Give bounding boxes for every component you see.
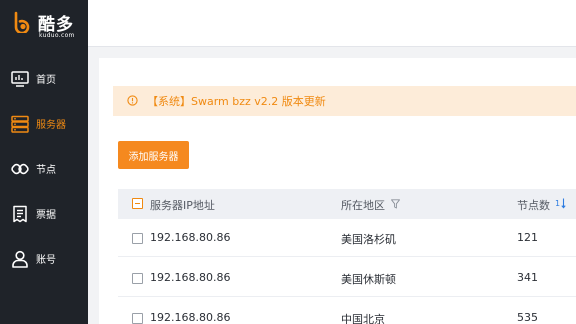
nav-label: 服务器 [36,120,66,131]
select-all-checkbox[interactable] [132,198,143,209]
ticket-icon [13,205,27,223]
nav-item-account[interactable]: 账号 [0,247,88,271]
cell-nodes: 341 [517,271,538,284]
column-header-ip: 服务器IP地址 [150,199,215,212]
column-header-nodes: 节点数 [517,199,550,212]
sort-ascending-icon[interactable]: 1 [555,197,567,209]
node-link-icon [11,163,29,175]
row-checkbox[interactable] [132,233,143,244]
nav-item-home[interactable]: 首页 [0,67,88,91]
cell-ip: 192.168.80.86 [150,231,231,244]
brand-domain: kuduo.com [39,32,75,39]
nav-label: 节点 [36,165,56,176]
cell-nodes: 535 [517,311,538,324]
add-server-button[interactable]: 添加服务器 [118,141,189,169]
dashboard-icon [11,71,29,87]
sidebar: 酷多 kuduo.com 首页 服务器 节点 票据 账号 [0,0,88,324]
cell-ip: 192.168.80.86 [150,271,231,284]
nav-label: 票据 [36,210,56,221]
nav-item-nodes[interactable]: 节点 [0,157,88,181]
nav-item-tickets[interactable]: 票据 [0,202,88,226]
nav-label: 首页 [36,75,56,86]
info-circle-icon [127,95,138,106]
cell-region: 美国洛杉矶 [341,233,396,246]
table-row[interactable]: 192.168.80.86 中国北京 535 [118,299,576,324]
top-header [88,0,576,47]
notice-text[interactable]: 【系统】Swarm bzz v2.2 版本更新 [147,93,326,109]
cell-region: 美国休斯顿 [341,273,396,286]
server-icon [11,115,29,133]
cell-ip: 192.168.80.86 [150,311,231,324]
kuduo-logo-icon [14,11,30,33]
filter-icon[interactable] [391,199,400,209]
column-header-region: 所在地区 [341,199,385,212]
table-row[interactable]: 192.168.80.86 美国休斯顿 341 [118,259,576,297]
row-checkbox[interactable] [132,273,143,284]
nav-item-servers[interactable]: 服务器 [0,112,88,136]
row-checkbox[interactable] [132,313,143,324]
table-row[interactable]: 192.168.80.86 美国洛杉矶 121 [118,219,576,257]
svg-text:1: 1 [555,199,560,208]
nav-label: 账号 [36,255,56,266]
user-icon [12,250,28,268]
cell-region: 中国北京 [341,313,385,324]
brand-logo[interactable]: 酷多 kuduo.com [10,8,86,42]
cell-nodes: 121 [517,231,538,244]
